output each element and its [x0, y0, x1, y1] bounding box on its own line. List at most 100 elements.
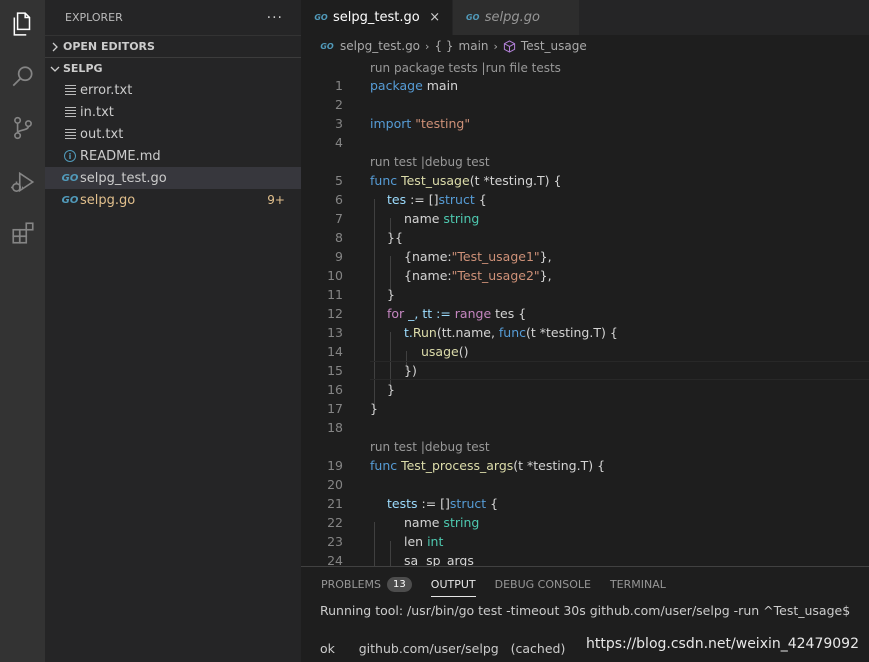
code-line: 1 package main	[301, 76, 869, 95]
text-file-icon	[62, 104, 78, 120]
run-debug-icon[interactable]	[0, 162, 45, 202]
file-item-selpg-test-go[interactable]: GO selpg_test.go	[45, 167, 301, 189]
code-line: 5 func Test_usage(t *testing.T) {	[301, 171, 869, 190]
go-file-icon: GO	[314, 13, 328, 22]
line-number: 3	[335, 116, 343, 131]
line-number: 4	[335, 135, 343, 150]
tab-label: selpg.go	[484, 10, 540, 25]
explorer-icon[interactable]	[0, 4, 45, 44]
line-number: 16	[327, 382, 343, 397]
code-line: 10 {name:"Test_usage2"},	[301, 266, 869, 285]
breadcrumb-file[interactable]: selpg_test.go	[340, 39, 420, 53]
line-number: 6	[335, 192, 343, 207]
problems-count-badge: 13	[387, 576, 412, 592]
code-line: 13 t.Run(tt.name, func(t *testing.T) {	[301, 323, 869, 342]
file-name: README.md	[80, 148, 161, 164]
file-item-selpg-go[interactable]: GO selpg.go 9+	[45, 189, 301, 211]
file-name: selpg_test.go	[80, 170, 167, 186]
chevron-right-icon	[47, 39, 63, 55]
code-line: 24 sa sp_args	[301, 551, 869, 566]
file-name: out.txt	[80, 126, 124, 142]
line-number: 1	[335, 78, 343, 93]
line-number: 2	[335, 97, 343, 112]
codelens-test-process-args[interactable]: run test |debug test	[370, 438, 490, 457]
search-icon[interactable]	[0, 57, 45, 97]
line-number: 23	[327, 534, 343, 549]
tab-label: selpg_test.go	[333, 10, 420, 25]
line-number: 17	[327, 401, 343, 416]
code-line: 21 tests := []struct {	[301, 494, 869, 513]
explorer-sidebar: EXPLORER ··· OPEN EDITORS SELPG error.tx…	[45, 0, 301, 662]
code-line: 15})	[301, 361, 869, 380]
code-line: 22 name string	[301, 513, 869, 532]
file-name: selpg.go	[80, 192, 136, 208]
editor-area: GO selpg_test.go × GO selpg.go GO selpg_…	[301, 0, 869, 662]
tab-label: TERMINAL	[609, 577, 666, 591]
file-item-readme-md[interactable]: i README.md	[45, 145, 301, 167]
breadcrumb-symbol[interactable]: Test_usage	[521, 39, 587, 53]
line-number: 9	[335, 249, 343, 264]
go-file-icon: GO	[466, 13, 480, 22]
code-editor[interactable]: run package tests |run file tests 1 packa…	[301, 57, 869, 566]
line-number: 20	[327, 477, 343, 492]
braces-icon: { }	[434, 39, 454, 53]
codelens-test-usage[interactable]: run test |debug test	[370, 153, 490, 172]
tab-output[interactable]: OUTPUT	[430, 567, 476, 601]
problems-badge: 9+	[267, 193, 285, 207]
file-item-out-txt[interactable]: out.txt	[45, 123, 301, 145]
output-line: ok github.com/user/selpg (cached)	[320, 641, 566, 656]
tab-terminal[interactable]: TERMINAL	[610, 567, 666, 601]
text-file-icon	[62, 82, 78, 98]
code-line: 4	[301, 133, 869, 152]
extensions-icon[interactable]	[0, 213, 45, 253]
file-name: error.txt	[80, 82, 133, 98]
line-number: 22	[327, 515, 343, 530]
folder-section-selpg[interactable]: SELPG	[45, 57, 301, 79]
code-line: 14 usage()	[301, 342, 869, 361]
tab-selpg-go[interactable]: GO selpg.go	[452, 0, 580, 35]
code-line: 6 tes := []struct {	[301, 190, 869, 209]
code-line: 16}	[301, 380, 869, 399]
tab-label: OUTPUT	[430, 577, 476, 591]
line-number: 14	[327, 344, 343, 359]
code-line: 9 {name:"Test_usage1"},	[301, 247, 869, 266]
tab-label: PROBLEMS	[321, 577, 382, 591]
line-number: 19	[327, 458, 343, 473]
explorer-title: EXPLORER	[65, 11, 123, 24]
more-actions-icon[interactable]: ···	[267, 10, 283, 26]
line-number: 10	[327, 268, 343, 283]
explorer-header: EXPLORER ···	[45, 0, 301, 35]
breadcrumb: GO selpg_test.go › { } main › Test_usage	[301, 35, 869, 57]
line-number: 13	[327, 325, 343, 340]
line-number: 15	[327, 363, 343, 378]
activity-bar	[0, 0, 45, 662]
folder-label: SELPG	[63, 62, 103, 75]
line-number: 12	[327, 306, 343, 321]
close-icon[interactable]: ×	[428, 10, 442, 25]
code-line: 3 import "testing"	[301, 114, 869, 133]
source-control-icon[interactable]	[0, 108, 45, 148]
info-icon: i	[62, 148, 78, 164]
breadcrumb-scope[interactable]: main	[459, 39, 489, 53]
code-line: 12 for _, tt := range tes {	[301, 304, 869, 323]
code-line: 23 len int	[301, 532, 869, 551]
line-number: 7	[335, 211, 343, 226]
chevron-right-icon: ›	[425, 39, 430, 53]
open-editors-label: OPEN EDITORS	[63, 40, 155, 53]
line-number: 18	[327, 420, 343, 435]
tab-problems[interactable]: PROBLEMS 13	[321, 567, 412, 601]
file-item-in-txt[interactable]: in.txt	[45, 101, 301, 123]
line-number: 21	[327, 496, 343, 511]
open-editors-section[interactable]: OPEN EDITORS	[45, 35, 301, 57]
chevron-down-icon	[47, 61, 63, 77]
tab-selpg-test-go[interactable]: GO selpg_test.go ×	[301, 0, 453, 35]
editor-tabs: GO selpg_test.go × GO selpg.go	[301, 0, 869, 35]
text-file-icon	[62, 126, 78, 142]
tab-label: DEBUG CONSOLE	[494, 577, 591, 591]
output-line: Running tool: /usr/bin/go test -timeout …	[320, 603, 851, 618]
tab-debug-console[interactable]: DEBUG CONSOLE	[495, 567, 591, 601]
code-line: 19 func Test_process_args(t *testing.T) {	[301, 456, 869, 475]
file-item-error-txt[interactable]: error.txt	[45, 79, 301, 101]
chevron-right-icon: ›	[493, 39, 498, 53]
go-file-icon: GO	[320, 41, 334, 51]
